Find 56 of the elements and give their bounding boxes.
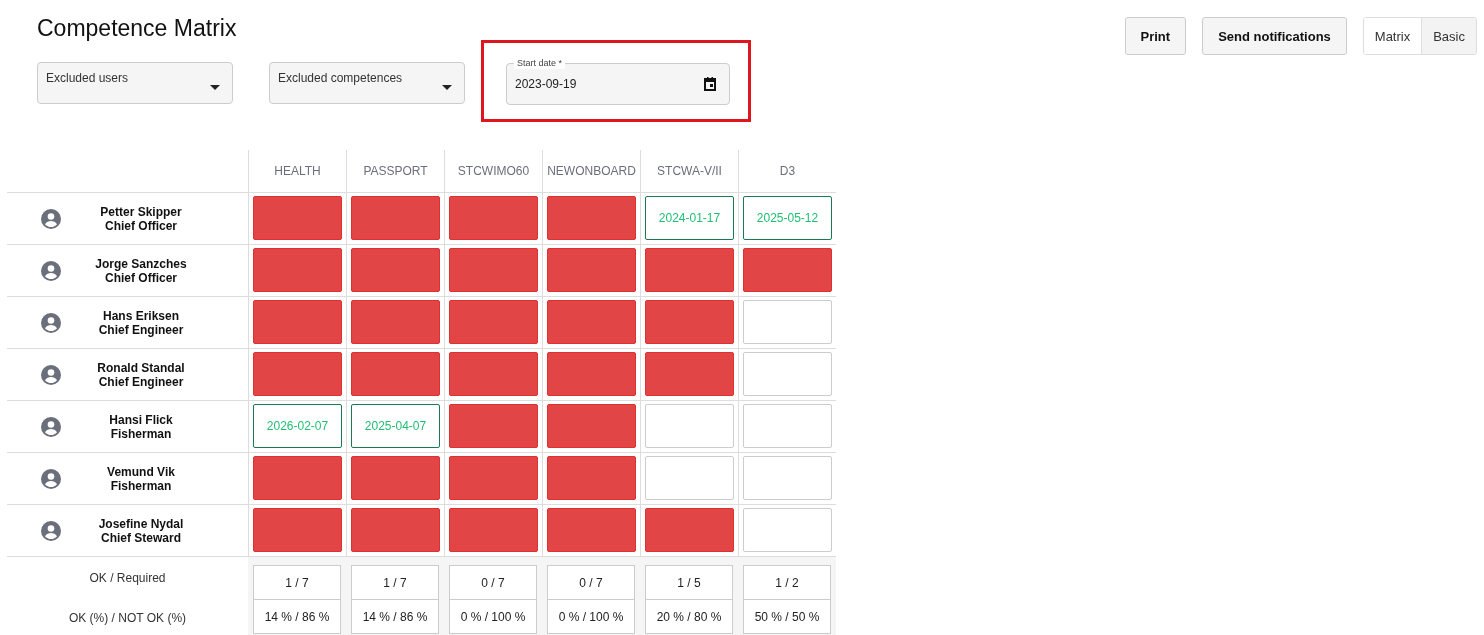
action-button[interactable]: Print xyxy=(1124,17,1187,55)
column-header: PASSPORT xyxy=(346,150,444,193)
user-icon xyxy=(41,260,61,281)
summary-label: OK / Required xyxy=(89,571,166,585)
column-header: HEALTH xyxy=(248,150,346,193)
view-toggle[interactable]: Basic xyxy=(1422,18,1476,54)
person-name: Hans Eriksen xyxy=(102,308,179,323)
person-name: Josefine Nydal xyxy=(98,516,184,531)
caret-icon xyxy=(210,85,220,90)
dropdown-field[interactable]: Excluded competences xyxy=(269,62,465,104)
person-role: Chief Engineer xyxy=(98,322,184,337)
summary-count: 1 / 2 xyxy=(743,565,831,600)
field-label: Start date * xyxy=(514,57,566,69)
summary-percent: 0 % / 100 % xyxy=(449,600,537,634)
person-role: Chief Officer xyxy=(105,218,177,233)
person-name: Petter Skipper xyxy=(100,204,182,219)
summary-count: 1 / 5 xyxy=(645,565,733,600)
column-header: NEWONBOARD xyxy=(542,150,640,193)
column-header: STCWIMO60 xyxy=(444,150,542,193)
column-header: D3 xyxy=(738,150,836,193)
user-icon xyxy=(41,312,61,333)
summary-percent: 50 % / 50 % xyxy=(743,600,831,634)
person-role: Fisherman xyxy=(110,426,172,441)
summary-percent: 14 % / 86 % xyxy=(351,600,439,634)
summary-percent: 0 % / 100 % xyxy=(547,600,635,634)
person-name: Hansi Flick xyxy=(109,412,173,427)
page-title: Competence Matrix xyxy=(37,15,238,42)
summary-count: 0 / 7 xyxy=(449,565,537,600)
person-role: Chief Engineer xyxy=(98,374,184,389)
person-role: Chief Officer xyxy=(105,270,177,285)
summary-count: 0 / 7 xyxy=(547,565,635,600)
person-name: Vemund Vik xyxy=(107,464,175,479)
calendar-icon xyxy=(704,77,716,91)
certificate-date-cell: 2025-05-12 xyxy=(743,196,832,240)
summary-count: 1 / 7 xyxy=(253,565,341,600)
view-toggle[interactable]: Matrix xyxy=(1363,18,1423,54)
summary-label: OK (%) / NOT OK (%) xyxy=(68,611,187,625)
caret-icon xyxy=(442,85,452,90)
action-button[interactable]: Send notifications xyxy=(1202,17,1347,55)
person-role: Chief Steward xyxy=(101,530,181,545)
person-role: Fisherman xyxy=(110,478,172,493)
user-icon xyxy=(41,520,61,541)
summary-count: 1 / 7 xyxy=(351,565,439,600)
summary-percent: 20 % / 80 % xyxy=(645,600,733,634)
column-header: STCWA-V/II xyxy=(640,150,738,193)
certificate-date-cell: 2026-02-07 xyxy=(253,404,342,448)
person-name: Jorge Sanzches xyxy=(95,256,187,271)
user-icon xyxy=(41,468,61,489)
certificate-date-cell: 2024-01-17 xyxy=(645,196,734,240)
person-name: Ronald Standal xyxy=(97,360,185,375)
user-icon xyxy=(41,364,61,385)
dropdown-field[interactable]: Excluded users xyxy=(37,62,233,104)
certificate-date-cell: 2025-04-07 xyxy=(351,404,440,448)
user-icon xyxy=(41,208,61,229)
user-icon xyxy=(41,416,61,437)
summary-percent: 14 % / 86 % xyxy=(253,600,341,634)
